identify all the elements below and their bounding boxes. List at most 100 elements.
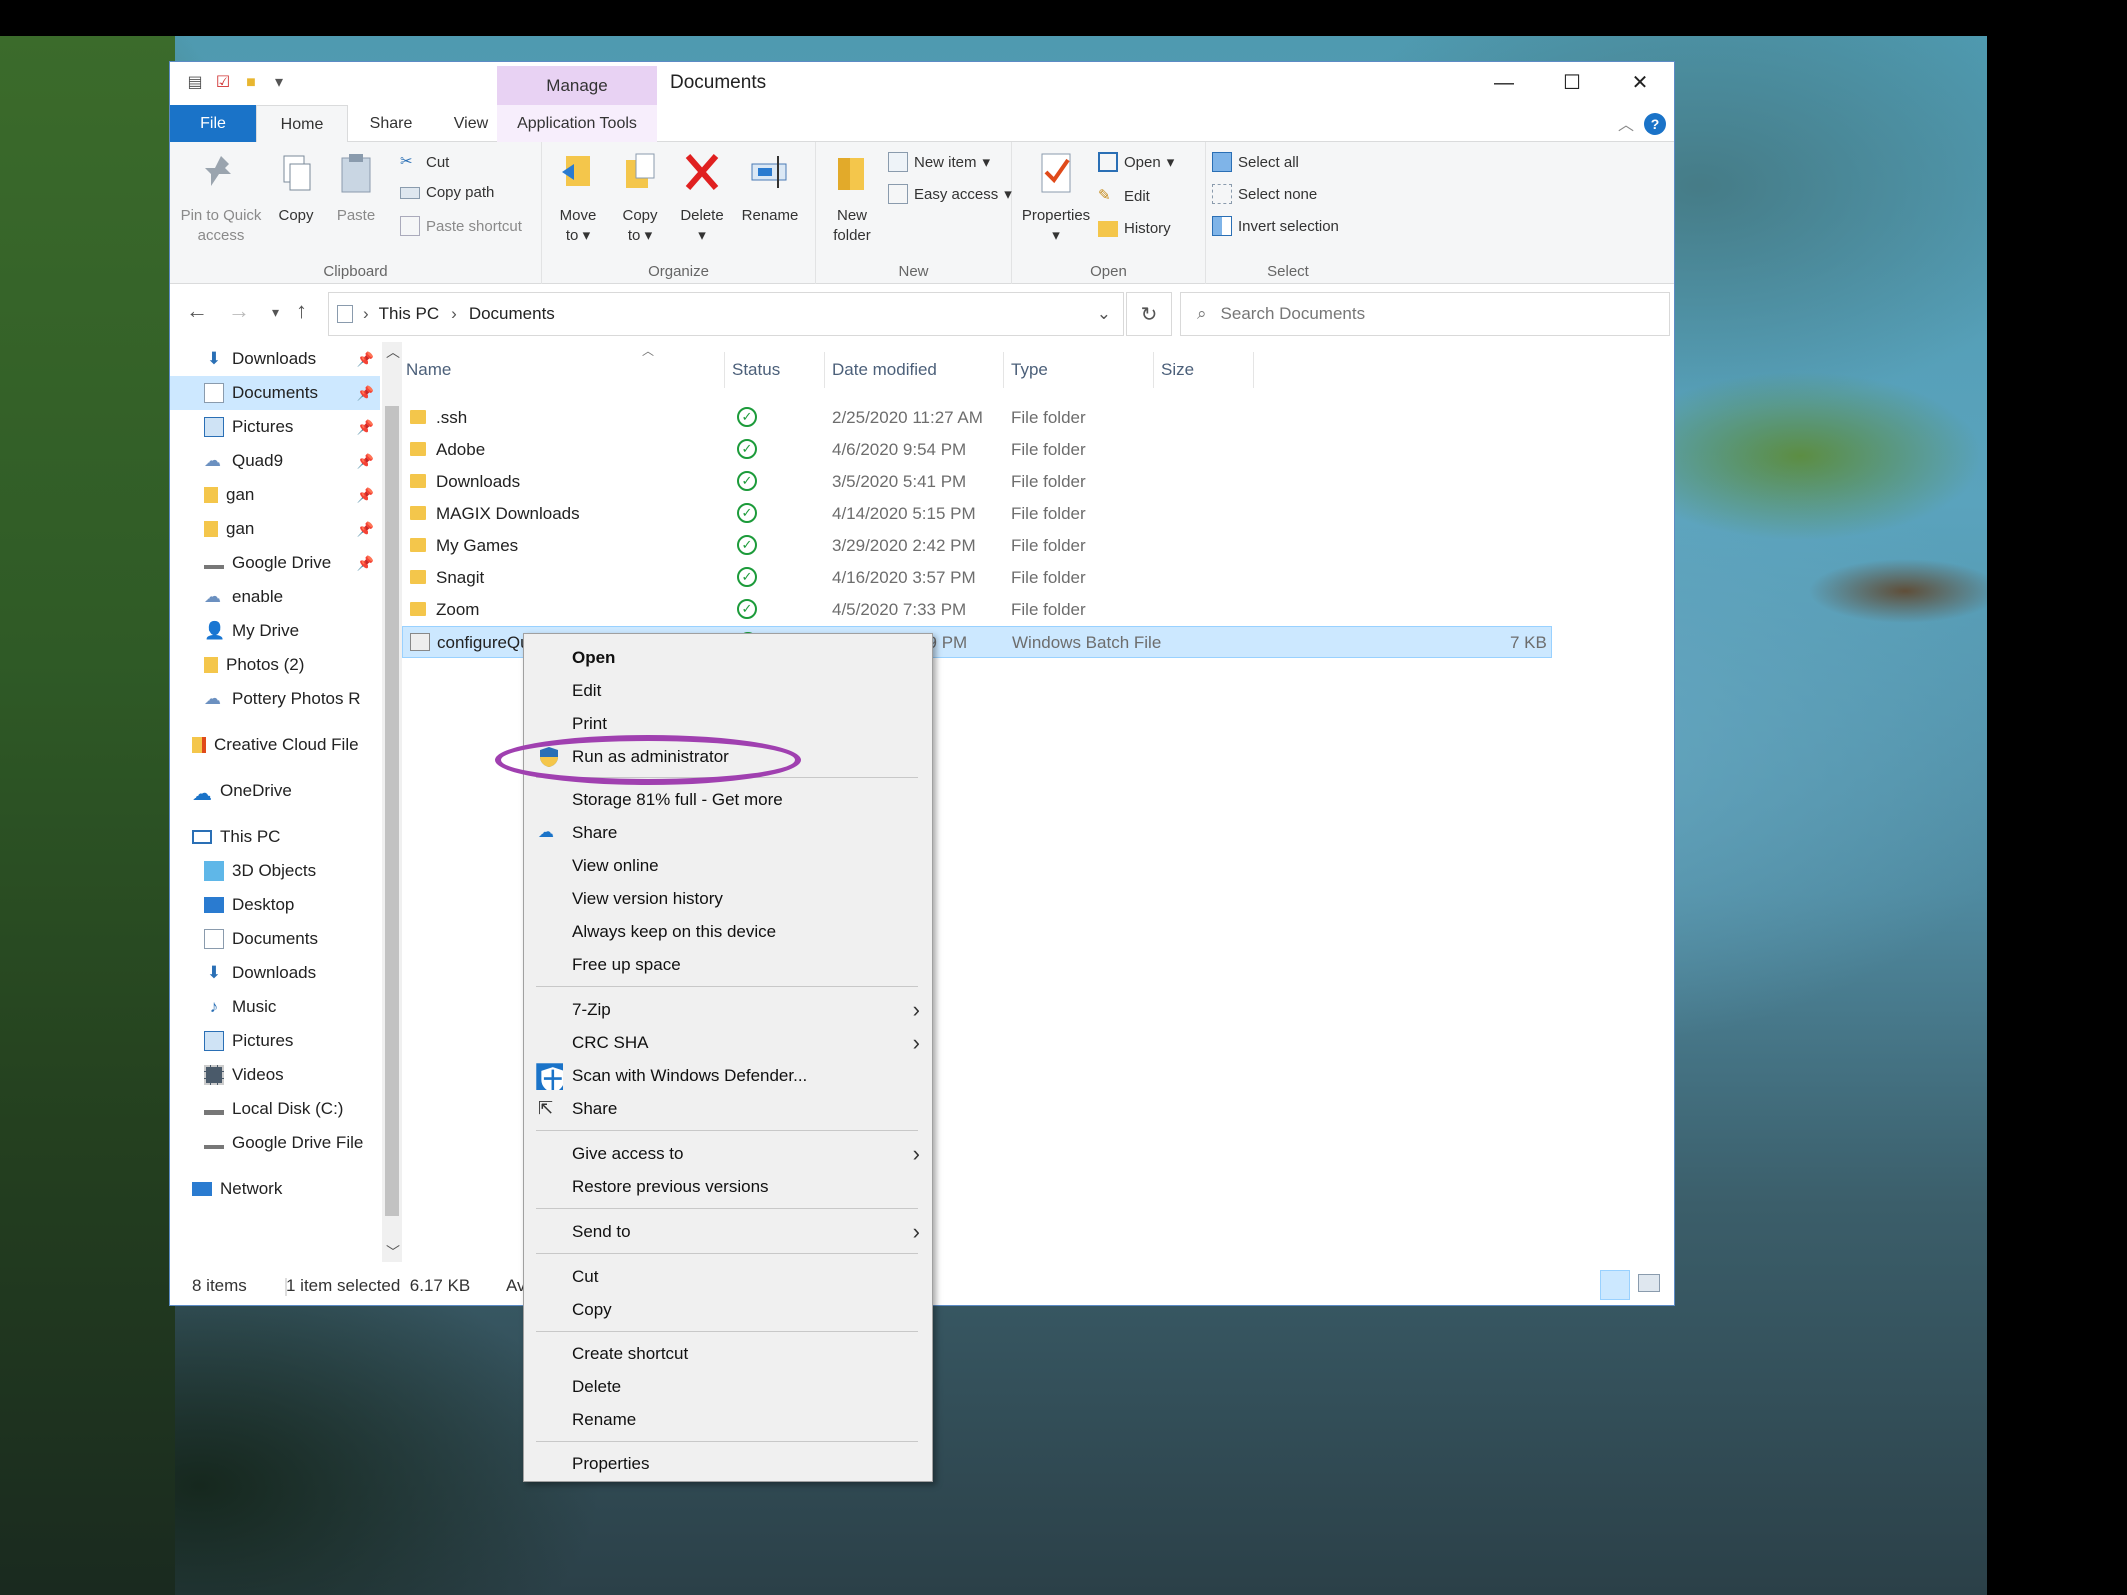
- nav-item-documents[interactable]: Documents: [204, 922, 380, 956]
- rename-button[interactable]: Rename: [736, 150, 804, 226]
- move-to-button[interactable]: Move to ▾: [550, 150, 606, 246]
- nav-item-pictures-quick[interactable]: Pictures 📌: [204, 410, 380, 444]
- folder-icon[interactable]: ■: [240, 72, 262, 94]
- menu-item-scan-defender[interactable]: Scan with Windows Defender...: [524, 1060, 932, 1092]
- menu-item-send-to[interactable]: Send to ›: [524, 1216, 932, 1248]
- menu-item-rename[interactable]: Rename: [524, 1404, 932, 1436]
- column-header-date-modified[interactable]: Date modified: [832, 360, 937, 380]
- nav-item-documents-quick[interactable]: Documents 📌: [170, 376, 380, 410]
- nav-item-pictures[interactable]: Pictures: [204, 1024, 380, 1058]
- scroll-up-icon[interactable]: ︿: [386, 342, 400, 362]
- tab-manage[interactable]: Manage: [497, 66, 657, 105]
- nav-item-this-pc[interactable]: This PC: [192, 820, 380, 854]
- nav-item-videos[interactable]: Videos: [204, 1058, 380, 1092]
- nav-item-my-drive[interactable]: 👤 My Drive: [204, 614, 380, 648]
- breadcrumb-this-pc[interactable]: This PC: [379, 304, 439, 324]
- properties-icon[interactable]: ▤: [184, 72, 206, 94]
- invert-selection-button[interactable]: Invert selection: [1212, 216, 1339, 236]
- help-icon[interactable]: ?: [1644, 113, 1666, 135]
- maximize-icon[interactable]: ☐: [1538, 62, 1606, 105]
- collapse-ribbon-icon[interactable]: ︿: [1618, 111, 1634, 135]
- nav-item-gan-2[interactable]: gan 📌: [204, 512, 380, 546]
- up-arrow-icon[interactable]: ↑: [296, 298, 307, 324]
- menu-item-view-online[interactable]: View online: [524, 850, 932, 882]
- nav-item-creative-cloud[interactable]: Creative Cloud File: [192, 728, 380, 762]
- column-divider[interactable]: [1153, 352, 1154, 388]
- file-row-adobe[interactable]: Adobe ✓ 4/6/2020 9:54 PM File folder: [402, 434, 1552, 466]
- properties-button[interactable]: Properties ▾: [1018, 150, 1094, 246]
- menu-item-edit[interactable]: Edit: [524, 675, 932, 707]
- nav-item-photos-2[interactable]: Photos (2): [204, 648, 380, 682]
- menu-item-delete[interactable]: Delete: [524, 1371, 932, 1403]
- column-divider[interactable]: [1253, 352, 1254, 388]
- menu-item-view-version-history[interactable]: View version history: [524, 883, 932, 915]
- column-divider[interactable]: [724, 352, 725, 388]
- menu-item-print[interactable]: Print: [524, 708, 932, 740]
- large-icons-view-icon[interactable]: [1638, 1274, 1660, 1292]
- column-header-type[interactable]: Type: [1011, 360, 1048, 380]
- tab-home[interactable]: Home: [256, 105, 348, 143]
- nav-item-google-drive[interactable]: Google Drive 📌: [204, 546, 380, 580]
- select-all-button[interactable]: Select all: [1212, 152, 1299, 172]
- search-input[interactable]: ⌕ Search Documents: [1180, 292, 1670, 336]
- file-row-magix-downloads[interactable]: MAGIX Downloads ✓ 4/14/2020 5:15 PM File…: [402, 498, 1552, 530]
- nav-item-quad9[interactable]: ☁ Quad9 📌: [204, 444, 380, 478]
- copy-button[interactable]: Copy: [270, 150, 322, 226]
- nav-item-network[interactable]: Network: [192, 1172, 380, 1206]
- back-arrow-icon[interactable]: ←: [186, 298, 208, 324]
- paste-button[interactable]: Paste: [328, 150, 384, 226]
- menu-item-open[interactable]: Open: [524, 642, 932, 674]
- copy-path-button[interactable]: Copy path: [400, 184, 494, 201]
- column-header-status[interactable]: Status: [732, 360, 780, 380]
- nav-item-google-drive-file[interactable]: Google Drive File: [204, 1126, 380, 1160]
- menu-item-share-onedrive[interactable]: ☁ Share: [524, 817, 932, 849]
- menu-item-copy[interactable]: Copy: [524, 1294, 932, 1326]
- easy-access-button[interactable]: Easy access ▾: [888, 184, 1012, 204]
- menu-item-7zip[interactable]: 7-Zip ›: [524, 994, 932, 1026]
- recent-locations-icon[interactable]: ▾: [272, 304, 279, 321]
- nav-item-downloads[interactable]: ⬇ Downloads: [204, 956, 380, 990]
- delete-dropdown-icon[interactable]: ▾: [674, 226, 730, 246]
- menu-item-share[interactable]: ⇱ Share: [524, 1093, 932, 1125]
- column-divider[interactable]: [824, 352, 825, 388]
- menu-item-cut[interactable]: Cut: [524, 1261, 932, 1293]
- menu-item-always-keep[interactable]: Always keep on this device: [524, 916, 932, 948]
- nav-item-onedrive[interactable]: ☁ OneDrive: [192, 774, 380, 808]
- chevron-down-icon[interactable]: ▾: [268, 72, 290, 94]
- menu-item-storage[interactable]: Storage 81% full - Get more: [524, 784, 932, 816]
- address-field[interactable]: › This PC › Documents ⌄: [328, 292, 1124, 336]
- tab-share[interactable]: Share: [348, 105, 434, 142]
- nav-item-gan[interactable]: gan 📌: [204, 478, 380, 512]
- file-row-ssh[interactable]: .ssh ✓ 2/25/2020 11:27 AM File folder: [402, 402, 1552, 434]
- history-button[interactable]: History: [1098, 220, 1171, 237]
- file-row-zoom[interactable]: Zoom ✓ 4/5/2020 7:33 PM File folder: [402, 594, 1552, 626]
- menu-item-create-shortcut[interactable]: Create shortcut: [524, 1338, 932, 1370]
- column-header-size[interactable]: Size: [1161, 360, 1194, 380]
- nav-item-music[interactable]: ♪ Music: [204, 990, 380, 1024]
- tab-file[interactable]: File: [170, 105, 256, 142]
- breadcrumb-documents[interactable]: Documents: [469, 304, 555, 324]
- checklist-icon[interactable]: ☑: [212, 72, 234, 94]
- nav-item-pottery-photos[interactable]: ☁ Pottery Photos R: [204, 682, 380, 716]
- menu-item-properties[interactable]: Properties: [524, 1448, 932, 1480]
- menu-item-crc-sha[interactable]: CRC SHA ›: [524, 1027, 932, 1059]
- column-divider[interactable]: [1003, 352, 1004, 388]
- nav-scrollbar[interactable]: ︿ ﹀: [382, 342, 402, 1262]
- minimize-icon[interactable]: —: [1470, 62, 1538, 105]
- menu-item-give-access[interactable]: Give access to ›: [524, 1138, 932, 1170]
- nav-item-3d-objects[interactable]: 3D Objects: [204, 854, 380, 888]
- open-button[interactable]: Open ▾: [1098, 152, 1174, 172]
- nav-item-downloads-quick[interactable]: ⬇ Downloads 📌: [204, 342, 380, 376]
- copy-to-button[interactable]: Copy to ▾: [612, 150, 668, 246]
- scroll-down-icon[interactable]: ﹀: [386, 1242, 400, 1262]
- nav-item-enable[interactable]: ☁ enable: [204, 580, 380, 614]
- close-icon[interactable]: ✕: [1606, 62, 1674, 105]
- properties-dropdown-icon[interactable]: ▾: [1018, 226, 1094, 246]
- nav-scrollbar-thumb[interactable]: [385, 406, 399, 1216]
- tab-application-tools[interactable]: Application Tools: [497, 105, 657, 142]
- address-dropdown-icon[interactable]: ⌄: [1097, 304, 1111, 324]
- edit-button[interactable]: ✎ Edit: [1098, 186, 1150, 206]
- delete-button[interactable]: Delete ▾: [674, 150, 730, 246]
- file-row-snagit[interactable]: Snagit ✓ 4/16/2020 3:57 PM File folder: [402, 562, 1552, 594]
- pin-to-quick-access-button[interactable]: Pin to Quick access: [180, 150, 262, 246]
